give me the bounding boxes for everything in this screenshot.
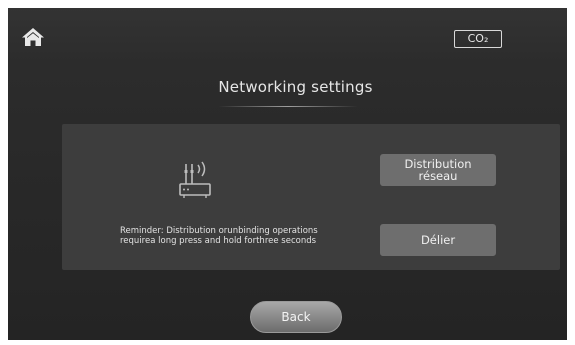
device-screen: CO₂ Networking settings Reminder: Distri…	[8, 8, 567, 340]
back-button[interactable]: Back	[250, 301, 342, 333]
wifi-router-icon	[179, 161, 211, 198]
co2-badge: CO₂	[454, 30, 502, 48]
home-button[interactable]	[20, 26, 46, 48]
home-icon	[22, 28, 44, 46]
network-panel: Reminder: Distribution orunbinding opera…	[62, 124, 560, 270]
distribution-network-button[interactable]: Distribution réseau	[380, 154, 496, 186]
title-divider	[218, 106, 358, 107]
unbind-button[interactable]: Délier	[380, 224, 496, 256]
reminder-text: Reminder: Distribution orunbinding opera…	[120, 226, 318, 246]
page-title: Networking settings	[218, 78, 373, 96]
